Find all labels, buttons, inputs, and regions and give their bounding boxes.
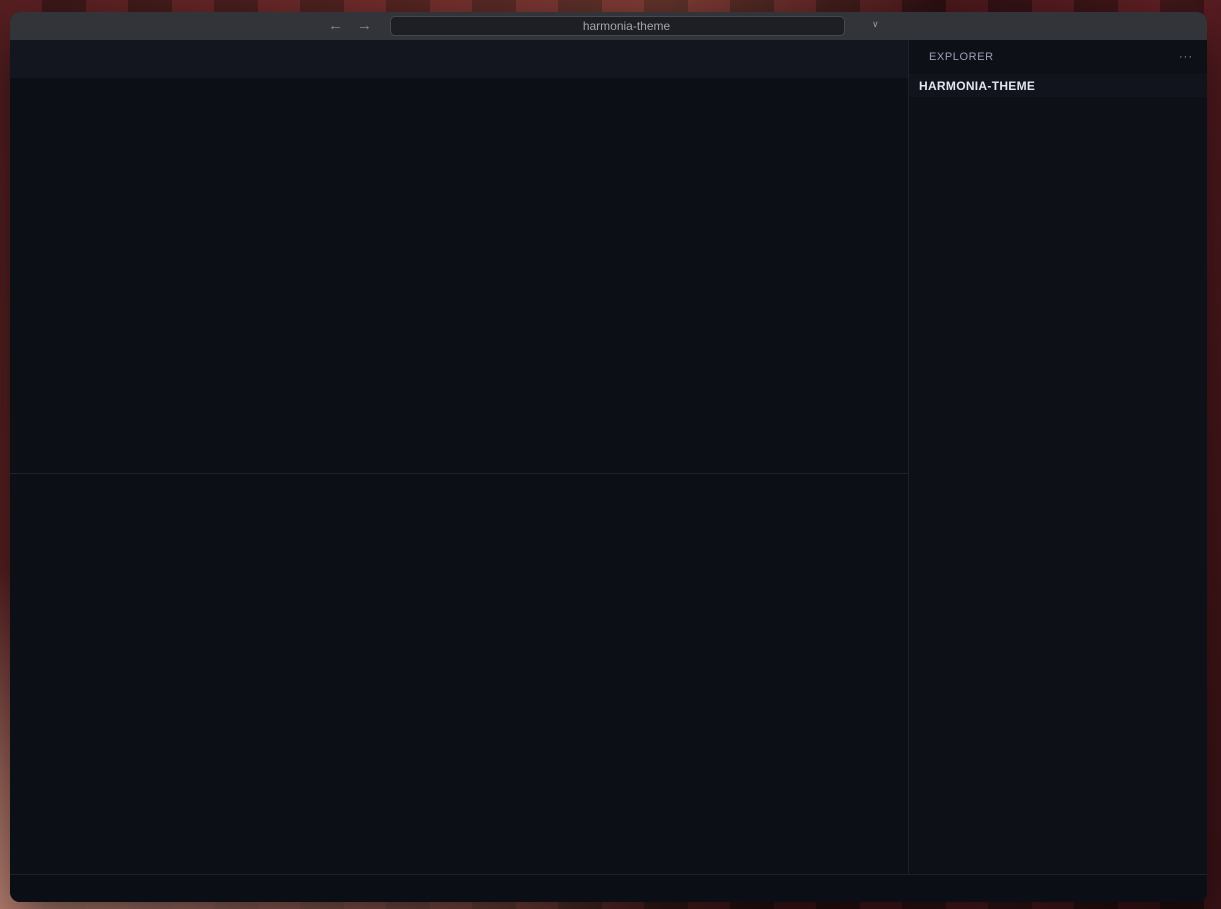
minimize-window-button[interactable] [43, 20, 55, 32]
status-bar [10, 874, 1207, 902]
breadcrumb [10, 78, 908, 100]
workspace-section-header[interactable]: HARMONIA-THEME [909, 74, 1207, 97]
overview-ruler[interactable] [901, 100, 907, 473]
history-forward-button[interactable]: → [357, 17, 372, 35]
panel-tab-bar [10, 473, 908, 504]
terminal[interactable] [10, 504, 908, 874]
explorer-title: EXPLORER [929, 51, 994, 63]
close-window-button[interactable] [23, 20, 35, 32]
workspace-name: HARMONIA-THEME [919, 79, 1035, 93]
window-controls [23, 20, 75, 32]
zoom-window-button[interactable] [63, 20, 75, 32]
editor-tab-bar [10, 40, 908, 78]
explorer-more-actions-icon[interactable]: ··· [1179, 51, 1193, 63]
layout-icon [856, 17, 870, 31]
command-center-search[interactable]: harmonia-theme [390, 16, 845, 36]
search-text: harmonia-theme [583, 19, 670, 33]
code-editor[interactable] [10, 100, 908, 473]
explorer-sidebar: EXPLORER ··· HARMONIA-THEME [908, 40, 1207, 874]
layout-dropdown-button[interactable]: ∨ [856, 17, 879, 31]
history-back-button[interactable]: ← [328, 17, 343, 35]
vscode-window: ← → harmonia-theme ∨ [10, 12, 1207, 902]
titlebar: ← → harmonia-theme ∨ [10, 12, 1207, 40]
search-icon [565, 20, 577, 32]
